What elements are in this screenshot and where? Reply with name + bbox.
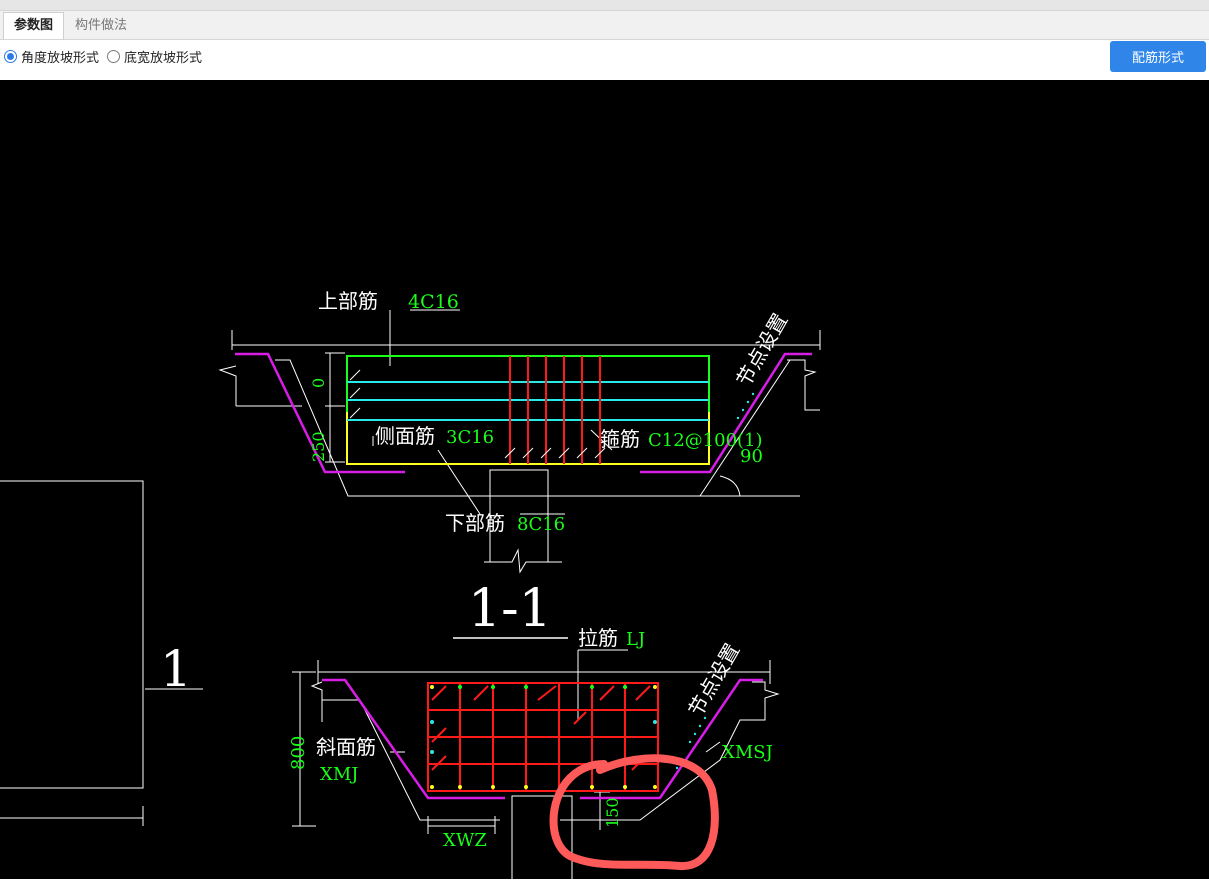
side-elevation: 1 (0, 480, 203, 826)
incline-value: XMJ (320, 764, 358, 785)
upper-node-label[interactable]: 节点设置 (732, 309, 793, 390)
width-slope-label: 底宽放坡形式 (124, 51, 203, 66)
dim-top-value: 0 (309, 378, 328, 388)
radio-selected-icon[interactable] (4, 50, 17, 63)
lower-rebar-grid (427, 682, 659, 792)
incline-label: 斜面筋 (316, 735, 376, 759)
options-bar: 角度放坡形式 底宽放坡形式 配筋形式 (0, 40, 1209, 80)
tab-parameter-diagram[interactable]: 参数图 (3, 12, 65, 39)
dim-side-value: 250 (309, 431, 328, 462)
width-slope-option[interactable]: 底宽放坡形式 (107, 47, 202, 66)
annotation-circle (549, 754, 719, 871)
tab-component-method[interactable]: 构件做法 (64, 12, 138, 39)
upper-section: 上部筋 4C16 侧面筋 3C16 箍筋 C12@100(1) 下部筋 8C16… (218, 289, 821, 574)
section-title-group: 1-1 (453, 579, 568, 639)
dim-150-value: 150 (603, 797, 622, 828)
angle-slope-label: 角度放坡形式 (21, 51, 100, 66)
side-marker: 1 (160, 640, 192, 698)
angle-value: 90 (740, 446, 763, 467)
slope-mode-group: 角度放坡形式 底宽放坡形式 (4, 47, 210, 66)
bottom-bar-value: 8C16 (517, 514, 565, 535)
cad-drawing: 上部筋 4C16 侧面筋 3C16 箍筋 C12@100(1) 下部筋 8C16… (0, 289, 821, 879)
section-title: 1-1 (468, 579, 552, 639)
side-bar-value: 3C16 (446, 427, 494, 448)
lower-section: 拉筋 LJ 斜面筋 XMJ XMSJ XWZ 800 150 节点设置 (288, 626, 780, 879)
side-bar-label: 侧面筋 (375, 424, 435, 448)
angle-slope-option[interactable]: 角度放坡形式 (4, 47, 99, 66)
drawing-canvas[interactable]: 上部筋 4C16 侧面筋 3C16 箍筋 C12@100(1) 下部筋 8C16… (0, 80, 1209, 879)
top-strip (0, 0, 1209, 11)
top-bar-label: 上部筋 (318, 289, 378, 313)
lower-node-label[interactable]: 节点设置 (684, 639, 745, 720)
radio-unselected-icon[interactable] (107, 50, 121, 63)
xmsj-value: XMSJ (722, 742, 773, 763)
bottom-bar-label: 下部筋 (445, 511, 505, 535)
xwz-value: XWZ (443, 830, 487, 851)
dim-height-value: 800 (288, 736, 309, 770)
tie-label: 拉筋 (578, 626, 618, 650)
stirrup-label: 箍筋 (600, 427, 640, 451)
tab-bar: 参数图 构件做法 (0, 11, 1209, 40)
rebar-form-button[interactable]: 配筋形式 (1110, 41, 1206, 72)
tie-value: LJ (626, 629, 645, 650)
top-bar-value: 4C16 (408, 291, 459, 313)
